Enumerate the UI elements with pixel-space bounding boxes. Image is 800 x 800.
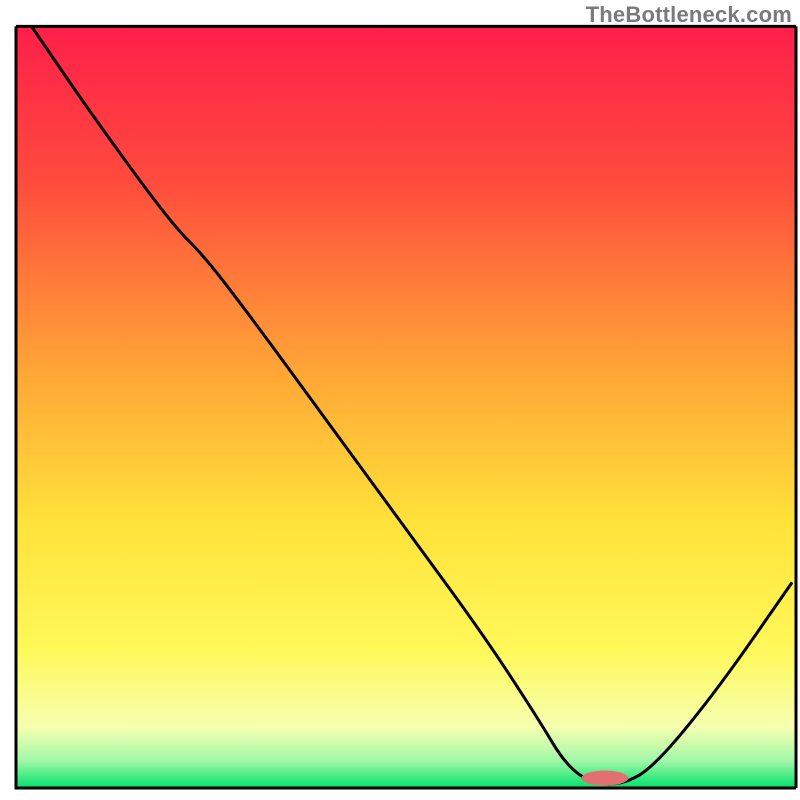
optimal-marker	[582, 770, 629, 785]
bottleneck-chart	[0, 0, 800, 800]
gradient-background	[16, 26, 796, 788]
chart-container: TheBottleneck.com	[0, 0, 800, 800]
